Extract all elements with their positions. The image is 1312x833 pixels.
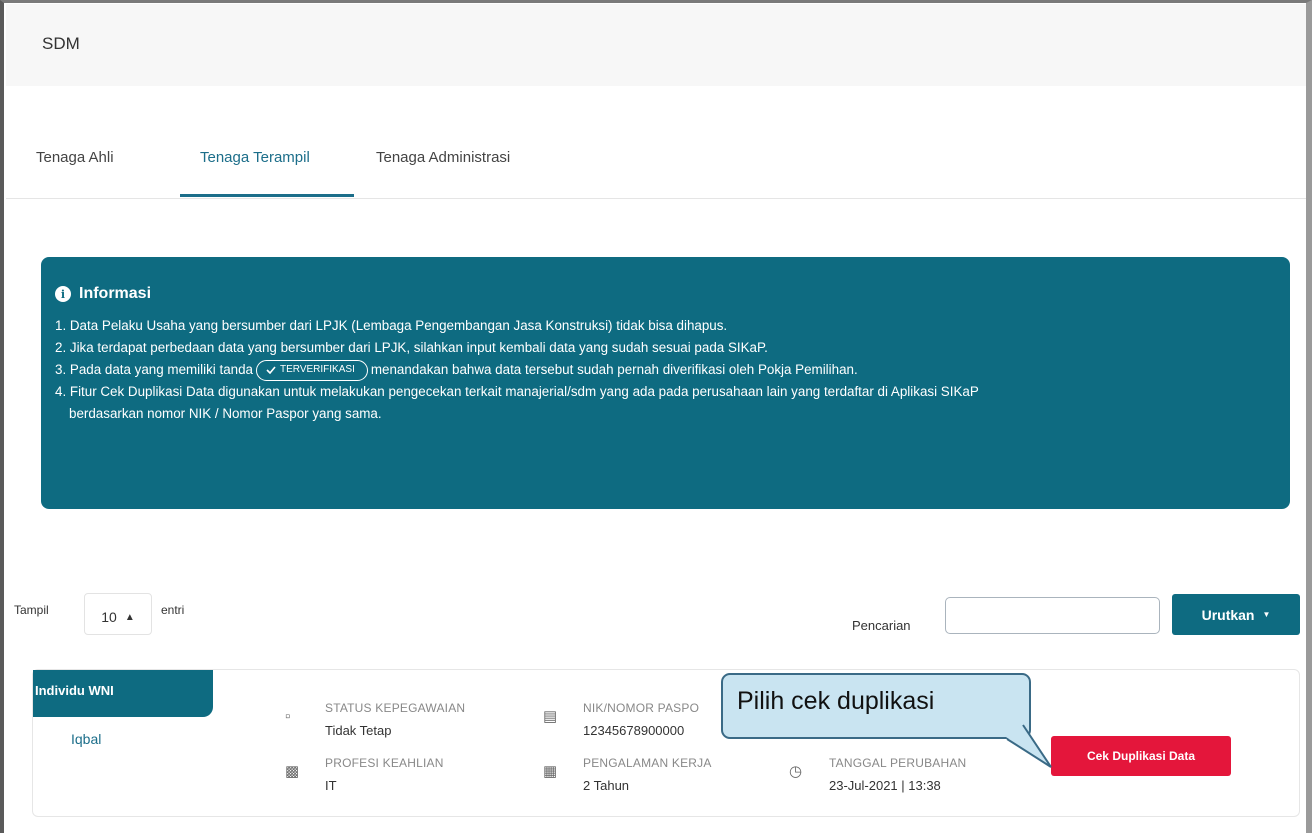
info-item-4-cont: berdasarkan nomor NIK / Nomor Paspor yan…: [69, 406, 382, 421]
caret-down-icon: ▼: [1262, 610, 1271, 619]
sort-button[interactable]: Urutkan ▼: [1172, 594, 1300, 635]
sort-button-label: Urutkan: [1201, 606, 1255, 623]
page-header: SDM: [6, 4, 1306, 86]
date-label: TANGGAL PERUBAHAN: [829, 756, 967, 770]
check-duplicate-button[interactable]: Cek Duplikasi Data: [1051, 736, 1231, 776]
info-title: Informasi: [79, 285, 152, 302]
page-title: SDM: [42, 34, 80, 53]
status-value: Tidak Tetap: [325, 723, 392, 738]
tab-tenaga-ahli[interactable]: Tenaga Ahli: [36, 149, 114, 166]
search-input[interactable]: [945, 597, 1160, 634]
callout-pointer: [1006, 724, 1052, 768]
status-label: STATUS KEPEGAWAIAN: [325, 701, 466, 715]
updown-icon: ▲: [124, 611, 135, 623]
nik-value: 12345678900000: [583, 723, 685, 738]
info-item-1: 1. Data Pelaku Usaha yang bersumber dari…: [55, 318, 728, 333]
info-item-3-post: menandakan bahwa data tersebut sudah per…: [370, 362, 858, 377]
info-item-3: 3. Pada data yang memiliki tanda TERVERIF…: [55, 359, 1274, 381]
id-badge-icon: ▫: [285, 708, 291, 725]
active-tab-indicator: [180, 194, 354, 197]
search-label: Pencarian: [852, 618, 911, 633]
info-item-4: 4. Fitur Cek Duplikasi Data digunakan un…: [55, 384, 979, 399]
experience-value: 2 Tahun: [583, 778, 630, 793]
verified-badge-label: TERVERIFIKASI: [280, 364, 355, 376]
date-value: 23-Jul-2021 | 13:38: [829, 778, 941, 793]
person-name-link[interactable]: Iqbal: [71, 731, 101, 747]
info-icon: i: [55, 286, 71, 302]
experience-label: PENGALAMAN KERJA: [583, 756, 712, 770]
check-icon: [266, 366, 276, 375]
info-list: 1. Data Pelaku Usaha yang bersumber dari…: [55, 315, 1274, 425]
info-heading: i Informasi: [55, 285, 1274, 303]
info-item-3-pre: 3. Pada data yang memiliki tanda: [55, 362, 254, 377]
show-label: Tampil: [14, 603, 49, 617]
individual-type-tag: Individu WNI: [33, 670, 213, 717]
profession-label: PROFESI KEAHLIAN: [325, 756, 444, 770]
tab-tenaga-terampil[interactable]: Tenaga Terampil: [200, 149, 310, 166]
sdm-card: Individu WNI Iqbal ▫ STATUS KEPEGAWAIAN …: [32, 669, 1300, 817]
entries-suffix: entri: [161, 603, 185, 617]
tutorial-callout: Pilih cek duplikasi: [721, 673, 1031, 739]
briefcase-icon: ▩: [285, 763, 300, 780]
clock-icon: ◷: [789, 763, 803, 780]
id-card-icon: ▤: [543, 708, 558, 725]
tab-bar: Tenaga Ahli Tenaga Terampil Tenaga Admin…: [6, 135, 1306, 199]
building-icon: ▦: [543, 763, 558, 780]
nik-label: NIK/NOMOR PASPO: [583, 701, 700, 715]
verified-badge: TERVERIFIKASI: [256, 359, 368, 381]
entries-value: 10: [101, 609, 117, 625]
table-toolbar: Tampil 10 ▲ entri Pencarian Urutkan ▼: [6, 593, 1306, 637]
entries-select[interactable]: 10 ▲: [84, 593, 152, 635]
info-panel: i Informasi 1. Data Pelaku Usaha yang be…: [41, 257, 1290, 509]
tab-tenaga-administrasi[interactable]: Tenaga Administrasi: [376, 149, 510, 166]
info-item-2: 2. Jika terdapat perbedaan data yang ber…: [55, 340, 768, 355]
profession-value: IT: [325, 778, 337, 793]
